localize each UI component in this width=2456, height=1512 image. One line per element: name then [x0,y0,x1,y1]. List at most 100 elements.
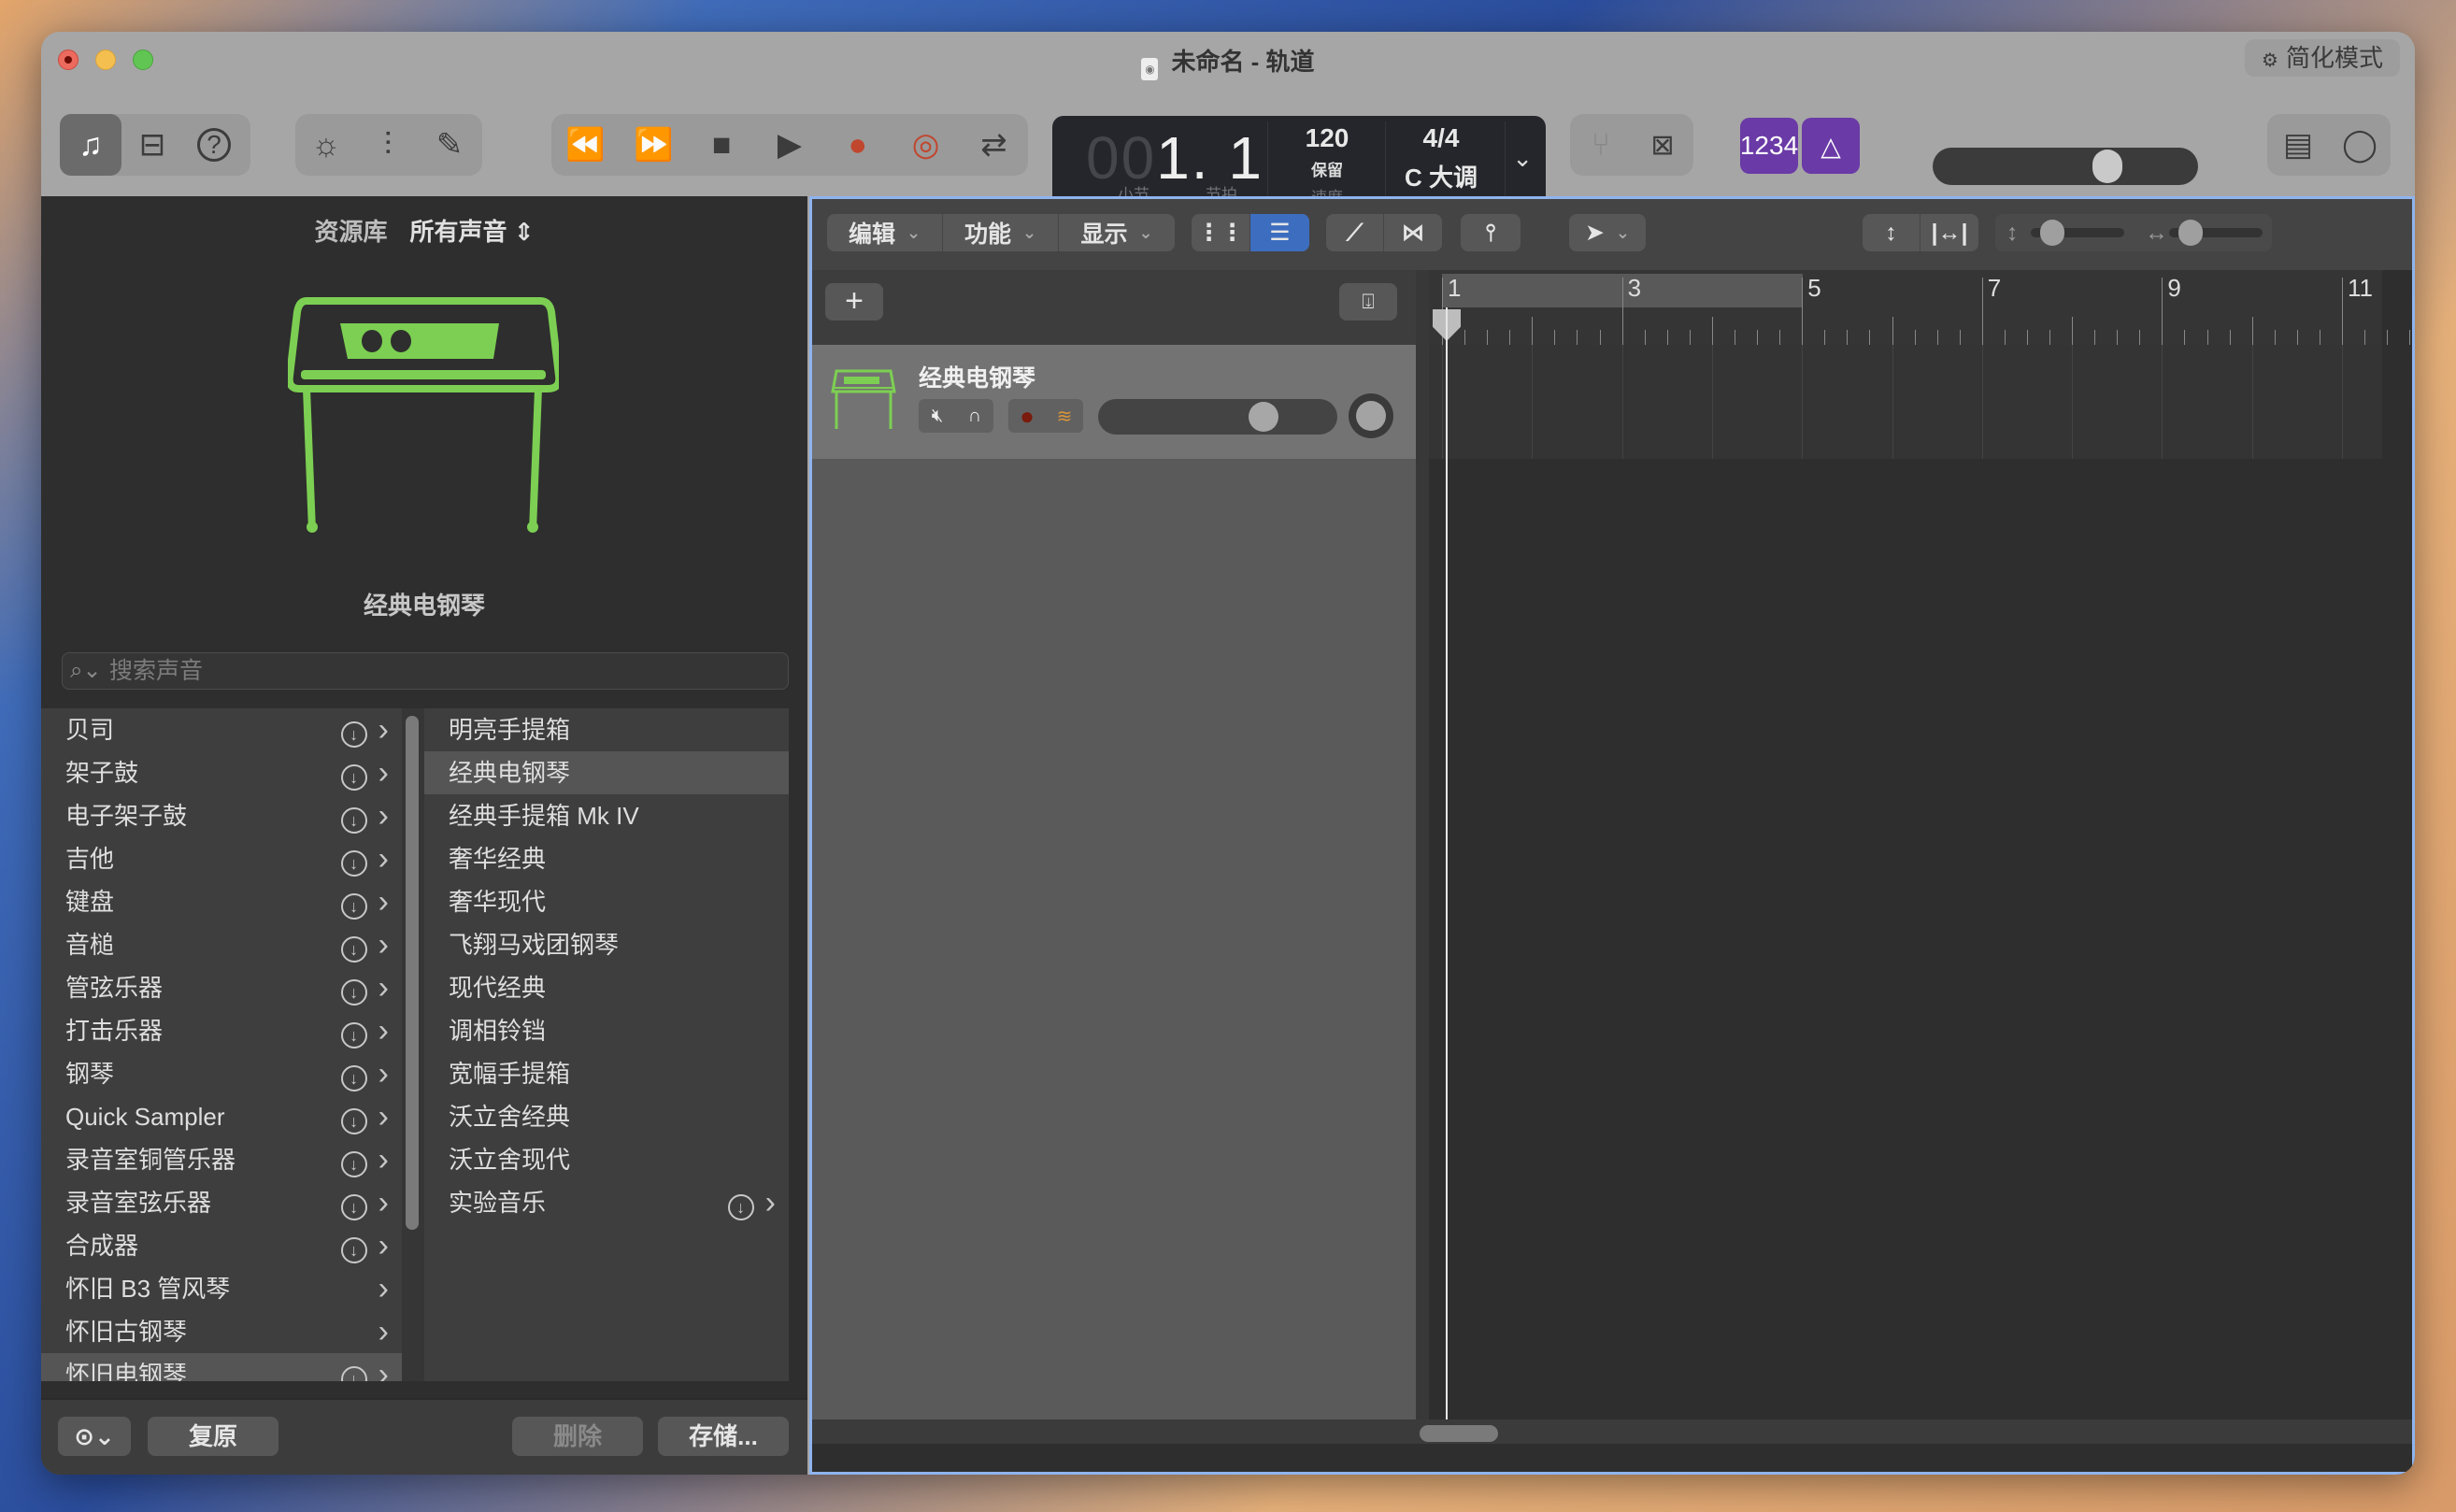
save-button[interactable]: 存储... [658,1417,789,1456]
download-icon[interactable]: ↓ [340,1064,367,1091]
count-in-button[interactable]: 1234 [1740,118,1798,174]
simple-mode-button[interactable]: ⚙ 简化模式 [2245,39,2400,77]
category-item[interactable]: 怀旧 B3 管风琴 › [41,1267,402,1310]
slider-knob[interactable] [2178,220,2203,246]
patch-item[interactable]: 调相铃铛 [424,1009,789,1052]
rewind-icon[interactable]: ⏪ [554,114,616,176]
headphones-icon[interactable]: ∩ [956,399,993,433]
automation-icon[interactable]: ⟋ [1326,214,1384,251]
flex-icon[interactable]: ⋈ [1384,214,1442,251]
category-item[interactable]: 录音室铜管乐器 ↓ › [41,1138,402,1181]
search-input[interactable]: ⌕⌄ 搜索声音 [62,652,789,690]
patch-item[interactable]: 现代经典 [424,966,789,1009]
playhead[interactable] [1446,307,1448,1419]
metronome-icon[interactable]: △ [1802,118,1860,174]
category-item[interactable]: 钢琴 ↓ › [41,1052,402,1095]
category-item[interactable]: 怀旧电钢琴 ↓ › [41,1353,402,1381]
pan-knob[interactable] [1349,393,1393,438]
patch-item[interactable]: 沃立舍经典 [424,1095,789,1138]
functions-menu[interactable]: 功能 ⌄ [943,214,1059,251]
vertical-fit-icon[interactable]: ↕ [1863,214,1921,251]
delete-button[interactable]: 删除 [512,1417,643,1456]
master-volume-knob[interactable] [2092,150,2123,183]
patch-item[interactable]: 经典电钢琴 [424,751,789,794]
patch-item[interactable]: 明亮手提箱 [424,708,789,751]
download-icon[interactable]: ↓ [340,1236,367,1263]
horizontal-scrollbar[interactable] [812,1419,2412,1444]
category-item[interactable]: 录音室弦乐器 ↓ › [41,1181,402,1224]
edit-menu[interactable]: 编辑 ⌄ [827,214,943,251]
add-track-button[interactable]: + [825,283,883,321]
tempo-display[interactable]: 120 保留 速度 [1271,123,1383,207]
patch-item[interactable]: 沃立舍现代 [424,1138,789,1181]
list-editors-icon[interactable]: ▤ [2267,114,2329,176]
download-icon[interactable]: ↓ [340,849,367,877]
record-icon[interactable]: ● [827,114,889,176]
track-header[interactable]: 经典电钢琴 🔇︎ ∩ ● ≋ [812,345,1416,459]
download-icon[interactable]: ↓ [340,806,367,834]
track-volume-knob[interactable] [1249,402,1279,432]
settings-dial-icon[interactable]: ☼ [295,114,357,176]
category-item[interactable]: 吉他 ↓ › [41,837,402,880]
category-item[interactable]: 电子架子鼓 ↓ › [41,794,402,837]
mixer-icon[interactable]: ⫶ [357,114,419,176]
list-view-icon[interactable]: ☰ [1250,214,1309,251]
help-icon[interactable]: ? [183,114,245,176]
patch-item[interactable]: 经典手提箱 Mk IV [424,794,789,837]
category-scrollbar[interactable] [406,716,419,1230]
category-item[interactable]: 音槌 ↓ › [41,923,402,966]
smart-controls-icon[interactable]: ⊟ [121,114,183,176]
vertical-zoom-slider[interactable] [2031,220,2124,246]
patch-item[interactable]: 奢华现代 [424,880,789,923]
bar-ruler[interactable]: 1 3 5 7 9 11 [1429,270,2411,345]
patch-item[interactable]: 宽幅手提箱 [424,1052,789,1095]
catch-playhead-icon[interactable]: ⫯ [1461,214,1521,251]
patch-item[interactable]: 实验音乐 ↓ › [424,1181,789,1224]
grid-view-icon[interactable]: ⋮⋮ [1192,214,1250,251]
more-options-button[interactable]: ⊙⌄ [58,1417,131,1456]
category-item[interactable]: 合成器 ↓ › [41,1224,402,1267]
track-lane[interactable] [1429,345,2382,459]
mute-icon[interactable]: 🔇︎ [919,399,956,433]
fast-forward-icon[interactable]: ⏩ [622,114,684,176]
scroll-thumb[interactable] [1420,1425,1498,1442]
input-monitor-icon[interactable]: ≋ [1046,399,1083,433]
chevron-down-icon[interactable]: ⌄ [1512,144,1533,173]
download-icon[interactable]: ↓ [340,1150,367,1177]
pencil-icon[interactable]: ✎ [419,114,480,176]
horizontal-fit-icon[interactable]: |↔| [1921,214,1978,251]
download-icon[interactable]: ↓ [340,1021,367,1048]
category-item[interactable]: 怀旧古钢琴 › [41,1310,402,1353]
download-icon[interactable]: ⍗ [1339,283,1397,321]
category-item[interactable]: Quick Sampler ↓ › [41,1095,402,1138]
track-name[interactable]: 经典电钢琴 [919,360,1035,393]
record-enable-icon[interactable]: ● [1008,399,1046,433]
capture-record-icon[interactable]: ◎ [895,114,957,176]
play-icon[interactable]: ▶ [759,114,821,176]
stop-icon[interactable]: ■ [691,114,752,176]
download-icon[interactable]: ↓ [340,978,367,1006]
download-icon[interactable]: ↓ [340,935,367,963]
view-menu[interactable]: 显示 ⌄ [1059,214,1175,251]
download-icon[interactable]: ↓ [340,720,367,748]
download-icon[interactable]: ↓ [727,1193,754,1220]
download-icon[interactable]: ↓ [340,892,367,920]
download-icon[interactable]: ↓ [340,763,367,791]
master-volume-slider[interactable] [1933,148,2198,185]
download-icon[interactable]: ↓ [340,1193,367,1220]
category-item[interactable]: 管弦乐器 ↓ › [41,966,402,1009]
patch-item[interactable]: 飞翔马戏团钢琴 [424,923,789,966]
category-item[interactable]: 打击乐器 ↓ › [41,1009,402,1052]
library-icon[interactable]: ♫ [60,114,121,176]
category-item[interactable]: 贝司 ↓ › [41,708,402,751]
library-filter-select[interactable]: 所有声音 ⇕ [409,218,534,246]
category-item[interactable]: 键盘 ↓ › [41,880,402,923]
slider-knob[interactable] [2040,220,2064,246]
cycle-icon[interactable]: ⇄ [963,114,1024,176]
horizontal-zoom-slider[interactable] [2169,220,2263,246]
track-volume-slider[interactable] [1098,399,1337,435]
track-lanes[interactable] [1429,345,2382,1419]
tuner-icon[interactable]: ⑂ [1570,114,1632,176]
revert-button[interactable]: 复原 [148,1417,278,1456]
solo-off-icon[interactable]: ⊠ [1632,114,1693,176]
